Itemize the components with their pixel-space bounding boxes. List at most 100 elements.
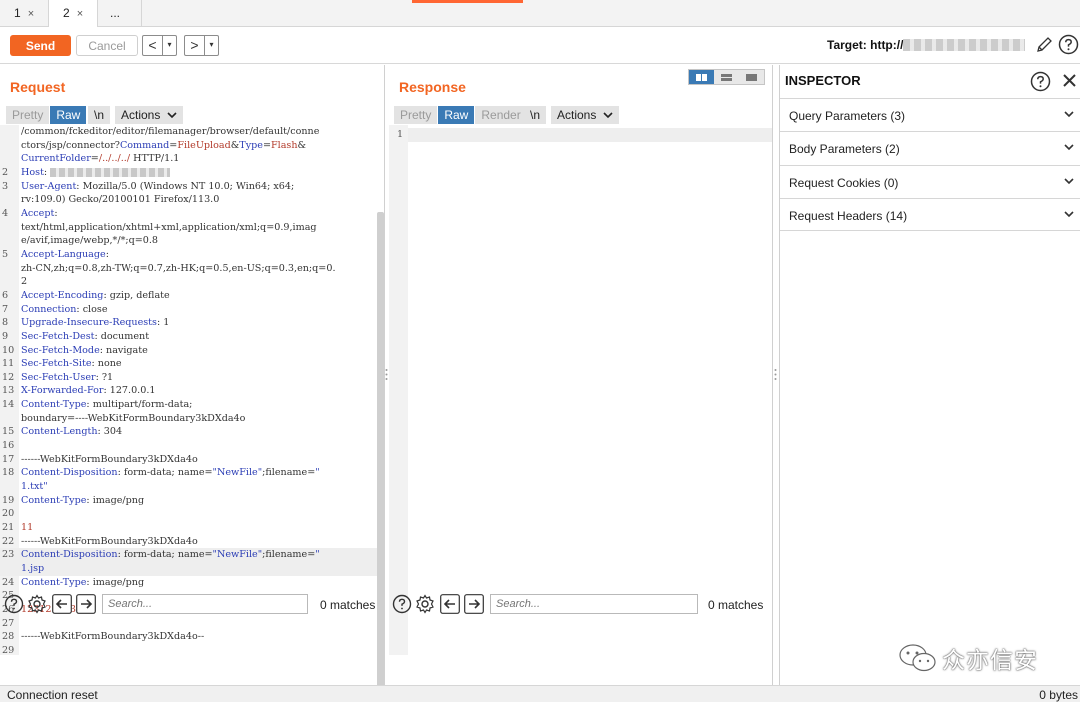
tab-2[interactable]: 2 × bbox=[49, 0, 98, 28]
code-token: text/html,application/xhtml+xml,applicat… bbox=[21, 221, 317, 233]
section-label: Query Parameters (3) bbox=[789, 109, 906, 123]
chevron-down-icon bbox=[1064, 111, 1074, 118]
help-icon[interactable] bbox=[4, 594, 24, 614]
line-text: 11 bbox=[21, 521, 377, 535]
line-number: 9 bbox=[2, 330, 9, 342]
match-count: 0 matches bbox=[320, 598, 376, 612]
cancel-button[interactable]: Cancel bbox=[76, 35, 138, 56]
splitter-grip-icon[interactable] bbox=[774, 368, 777, 381]
send-button[interactable]: Send bbox=[10, 35, 71, 56]
rows-icon bbox=[721, 73, 732, 81]
code-line: e/avif,image/webp,*/*;q=0.8 bbox=[0, 234, 377, 248]
next-match-icon[interactable] bbox=[76, 594, 96, 614]
splitter-grip-icon[interactable] bbox=[385, 368, 388, 381]
repeater-tab-bar: 1 × 2 × ... bbox=[0, 0, 1080, 28]
header-name: X-Forwarded-For bbox=[21, 385, 104, 397]
line-number: 21 bbox=[2, 522, 15, 534]
chevron-down-icon bbox=[1064, 178, 1074, 185]
line-text: text/html,application/xhtml+xml,applicat… bbox=[21, 221, 377, 235]
code-token: boundary=----WebKitFormBoundary3kDXda4o bbox=[21, 412, 246, 424]
code-token: " bbox=[315, 549, 320, 561]
line-text: 2 bbox=[21, 275, 377, 289]
next-match-icon[interactable] bbox=[464, 594, 484, 614]
request-search-input[interactable] bbox=[102, 594, 308, 614]
inspector-section-request-headers[interactable]: Request Headers (14) bbox=[780, 198, 1080, 231]
code-line: 12 Sec-Fetch-User: ?1 bbox=[0, 371, 377, 385]
newline-toggle[interactable]: \n bbox=[88, 106, 110, 124]
status-bar: Connection reset 0 bytes bbox=[0, 685, 1080, 702]
mode-raw[interactable]: Raw bbox=[50, 106, 87, 124]
chevron-down-icon bbox=[1064, 211, 1074, 218]
request-editor[interactable]: /common/fckeditor/editor/filemanager/bro… bbox=[0, 125, 377, 655]
code-token: e/avif,image/webp,*/*;q=0.8 bbox=[21, 235, 159, 247]
response-editor[interactable] bbox=[408, 128, 772, 142]
header-name: Connection bbox=[21, 303, 77, 315]
help-icon[interactable] bbox=[392, 594, 412, 614]
close-icon[interactable] bbox=[1061, 72, 1078, 89]
edit-target-icon[interactable] bbox=[1035, 35, 1053, 55]
header-name: Accept bbox=[21, 207, 55, 219]
history-forward-group[interactable]: > ▾ bbox=[184, 35, 219, 56]
request-scrollbar[interactable] bbox=[377, 212, 384, 702]
line-text: Content-Type: multipart/form-data; bbox=[21, 398, 377, 412]
code-token: : 1 bbox=[156, 317, 170, 329]
code-line: CurrentFolder=/../../../ HTTP/1.1 bbox=[0, 152, 377, 166]
history-back-group[interactable]: < ▾ bbox=[142, 35, 177, 56]
response-search-input[interactable] bbox=[490, 594, 698, 614]
code-token: : 127.0.0.1 bbox=[103, 385, 156, 397]
chevron-down-icon bbox=[167, 112, 177, 119]
gear-icon[interactable] bbox=[415, 594, 435, 614]
code-token: : image/png bbox=[86, 576, 145, 588]
inspector-section-query-parameters[interactable]: Query Parameters (3) bbox=[780, 98, 1080, 131]
chevron-down-icon[interactable]: ▾ bbox=[205, 36, 218, 55]
previous-match-icon[interactable] bbox=[52, 594, 72, 614]
help-icon[interactable] bbox=[1058, 34, 1079, 55]
back-icon[interactable]: < bbox=[143, 36, 163, 55]
line-number bbox=[0, 562, 21, 576]
line-number bbox=[0, 234, 21, 248]
actions-menu[interactable]: Actions bbox=[551, 106, 619, 124]
layout-side-by-side[interactable] bbox=[689, 70, 714, 84]
tab-1[interactable]: 1 × bbox=[0, 0, 49, 27]
gear-icon[interactable] bbox=[27, 594, 47, 614]
code-token: & bbox=[297, 139, 307, 151]
code-line: 13 X-Forwarded-For: 127.0.0.1 bbox=[0, 384, 377, 398]
line-text: Content-Length: 304 bbox=[21, 425, 377, 439]
mode-pretty[interactable]: Pretty bbox=[394, 106, 438, 124]
code-line: 18 Content-Disposition: form-data; name="… bbox=[0, 466, 377, 480]
close-icon[interactable]: × bbox=[77, 8, 83, 20]
close-icon[interactable]: × bbox=[28, 8, 34, 20]
layout-stacked[interactable] bbox=[714, 70, 739, 84]
chevron-down-icon[interactable]: ▾ bbox=[163, 36, 176, 55]
tab-new[interactable]: ... bbox=[98, 0, 142, 27]
header-name: Accept-Encoding bbox=[21, 289, 104, 301]
line-number: 12 bbox=[2, 371, 15, 383]
line-number bbox=[0, 221, 21, 235]
header-name: Sec-Fetch-Mode bbox=[21, 344, 100, 356]
inspector-section-body-parameters[interactable]: Body Parameters (2) bbox=[780, 131, 1080, 164]
line-number bbox=[0, 275, 21, 289]
header-name: Type bbox=[239, 139, 263, 151]
code-token: ;filename= bbox=[262, 549, 316, 561]
code-line: boundary=----WebKitFormBoundary3kDXda4o bbox=[0, 412, 377, 426]
host-redacted bbox=[50, 167, 171, 177]
section-label: Request Headers (14) bbox=[789, 209, 908, 223]
inspector-section-request-cookies[interactable]: Request Cookies (0) bbox=[780, 165, 1080, 198]
code-token: /common/fckeditor/editor/filemanager/bro… bbox=[21, 126, 320, 137]
line-text: Content-Type: image/png bbox=[21, 494, 377, 508]
tab-label: 2 bbox=[63, 6, 70, 20]
newline-toggle[interactable]: \n bbox=[524, 106, 546, 124]
match-count: 0 matches bbox=[708, 598, 764, 612]
layout-tabs[interactable] bbox=[739, 70, 764, 84]
mode-render[interactable]: Render bbox=[475, 106, 527, 124]
code-line: 15 Content-Length: 304 bbox=[0, 425, 377, 439]
code-line: 9 Sec-Fetch-Dest: document bbox=[0, 330, 377, 344]
forward-icon[interactable]: > bbox=[185, 36, 205, 55]
help-icon[interactable] bbox=[1030, 71, 1051, 92]
line-number bbox=[0, 262, 21, 276]
line-text: Sec-Fetch-User: ?1 bbox=[21, 371, 377, 385]
mode-pretty[interactable]: Pretty bbox=[6, 106, 50, 124]
mode-raw[interactable]: Raw bbox=[438, 106, 475, 124]
previous-match-icon[interactable] bbox=[440, 594, 460, 614]
actions-menu[interactable]: Actions bbox=[115, 106, 183, 124]
